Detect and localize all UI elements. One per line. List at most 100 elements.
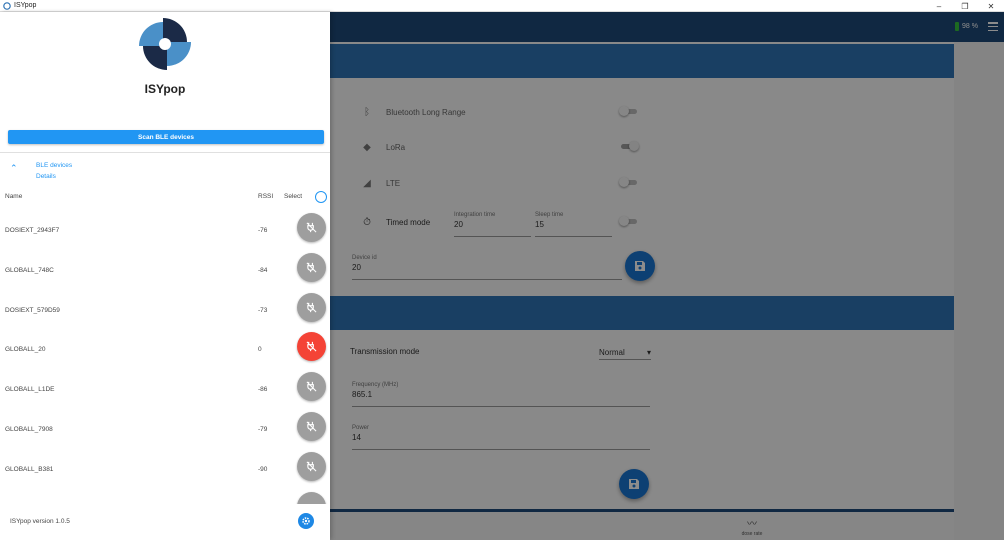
- window-title: ISYpop: [14, 2, 37, 9]
- device-name: GLOBALL_20: [5, 346, 46, 353]
- device-row: GLOBALL_B381 -90: [0, 452, 330, 492]
- minimize-button[interactable]: –: [926, 0, 952, 12]
- timed-mode-toggle[interactable]: [619, 216, 639, 226]
- integration-time-field[interactable]: Integration time 20: [454, 212, 531, 237]
- timer-icon: ⏱: [363, 216, 371, 228]
- frequency-field[interactable]: Frequency (MHz) 865.1: [352, 382, 650, 407]
- ble-devices-expander[interactable]: ⌃ BLE devices Details: [10, 162, 72, 180]
- column-select: Select: [284, 193, 303, 200]
- device-name: GLOBALL_748C: [5, 267, 54, 274]
- ble-toggle[interactable]: [619, 106, 639, 116]
- scan-ble-button[interactable]: Scan BLE devices: [8, 130, 324, 144]
- save-communication-button[interactable]: [625, 251, 655, 281]
- right-gutter: [954, 42, 1004, 540]
- save-icon: [629, 479, 639, 489]
- device-select-button[interactable]: [297, 332, 326, 361]
- unplug-icon: [306, 302, 317, 313]
- device-id-value: 20: [352, 263, 361, 272]
- sleep-time-value: 15: [535, 220, 544, 229]
- lora-row: ◆ LoRa: [360, 140, 405, 154]
- app-icon: [3, 1, 11, 10]
- close-button[interactable]: ✕: [978, 0, 1004, 12]
- sleep-time-field[interactable]: Sleep time 15: [535, 212, 612, 237]
- device-rssi: -79: [258, 426, 268, 433]
- battery-indicator: 98 %: [955, 22, 978, 31]
- lte-label: LTE: [386, 178, 401, 188]
- unplug-icon: [306, 262, 317, 273]
- device-select-button[interactable]: [297, 372, 326, 401]
- column-rssi: RSSI: [258, 193, 274, 200]
- device-row: DOSIEXT_579D59 -73: [0, 293, 330, 333]
- battery-level: 98 %: [962, 23, 978, 30]
- ble-devices-title: BLE devices: [36, 162, 73, 169]
- drawer-footer: ISYpop version 1.0.5: [0, 504, 330, 540]
- settings-button[interactable]: [298, 513, 314, 529]
- ble-row: ᛒ Bluetooth Long Range: [360, 105, 466, 119]
- integration-time-value: 20: [454, 220, 463, 229]
- brand-title: ISYpop: [144, 82, 186, 96]
- lora-toggle[interactable]: [619, 141, 639, 151]
- transmission-mode-select[interactable]: Normal ▾: [599, 346, 651, 360]
- device-name: DOSIEXT_579D59: [5, 307, 60, 314]
- bluetooth-icon: ᛒ: [364, 106, 370, 118]
- transmission-mode-label: Transmission mode: [350, 347, 420, 356]
- communication-section-header: [330, 44, 954, 78]
- frequency-value: 865.1: [352, 390, 373, 399]
- transmission-mode-row: Transmission mode: [350, 347, 420, 356]
- device-select-button[interactable]: [297, 452, 326, 481]
- device-select-button[interactable]: [297, 213, 326, 242]
- lte-toggle[interactable]: [619, 177, 639, 187]
- unplug-icon: [306, 381, 317, 392]
- power-value: 14: [352, 433, 361, 442]
- ble-devices-details: Details: [36, 173, 56, 180]
- window-titlebar: ISYpop – ❐ ✕: [0, 0, 1004, 12]
- device-name: GLOBALL_L1DE: [5, 386, 55, 393]
- device-rssi: -76: [258, 227, 268, 234]
- unplug-icon: [306, 341, 317, 352]
- nav-dose-rate[interactable]: 〰 dose rate: [732, 515, 772, 537]
- bottom-navigation: 〰 dose rate: [330, 509, 954, 540]
- settings-content: ᛒ Bluetooth Long Range ◆ LoRa ◢ LTE ⏱ Ti…: [330, 42, 954, 540]
- device-id-field[interactable]: Device id 20: [352, 255, 622, 280]
- nav-dose-rate-label: dose rate: [741, 531, 763, 537]
- ble-label: Bluetooth Long Range: [386, 107, 466, 117]
- device-row: DOSIEXT_2943F7 -76: [0, 213, 330, 253]
- column-name: Name: [5, 193, 23, 200]
- sleep-time-label: Sleep time: [535, 212, 564, 218]
- device-name: GLOBALL_B381: [5, 466, 54, 473]
- device-select-button[interactable]: [297, 293, 326, 322]
- device-name: GLOBALL_7908: [5, 426, 53, 433]
- device-row: GLOBALL_748C -84: [0, 253, 330, 293]
- device-rssi: -84: [258, 267, 268, 274]
- frequency-label: Frequency (MHz): [352, 382, 399, 388]
- timed-mode-label: Timed mode: [386, 217, 431, 227]
- dose-rate-icon: 〰: [747, 519, 757, 530]
- save-lora-button[interactable]: [619, 469, 649, 499]
- device-row: GLOBALL_20 0: [0, 332, 330, 372]
- select-all-radio[interactable]: [315, 191, 327, 203]
- device-row: GLOBALL_L1DE -86: [0, 372, 330, 412]
- isypop-logo-icon: [139, 18, 191, 70]
- dropdown-arrow-icon: ▾: [646, 348, 651, 357]
- app-version: ISYpop version 1.0.5: [10, 518, 70, 525]
- chevron-up-icon: ⌃: [10, 163, 18, 173]
- device-id-label: Device id: [352, 255, 377, 261]
- device-select-button[interactable]: [297, 253, 326, 282]
- hamburger-icon[interactable]: [988, 22, 998, 31]
- transmission-mode-value: Normal: [599, 348, 625, 357]
- battery-icon: [955, 22, 960, 31]
- window-controls: – ❐ ✕: [926, 0, 1004, 12]
- unplug-icon: [306, 461, 317, 472]
- device-select-button[interactable]: [297, 412, 326, 441]
- maximize-button[interactable]: ❐: [952, 0, 978, 12]
- unplug-icon: [306, 421, 317, 432]
- device-row: GLOBALL_7908 -79: [0, 412, 330, 452]
- device-rssi: -73: [258, 307, 268, 314]
- power-field[interactable]: Power 14: [352, 425, 650, 450]
- lora-label: LoRa: [386, 142, 406, 152]
- device-rssi: -90: [258, 466, 268, 473]
- gear-icon: [302, 517, 310, 525]
- integration-time-label: Integration time: [454, 212, 496, 218]
- lte-row: ◢ LTE: [360, 176, 400, 190]
- save-icon: [635, 261, 645, 271]
